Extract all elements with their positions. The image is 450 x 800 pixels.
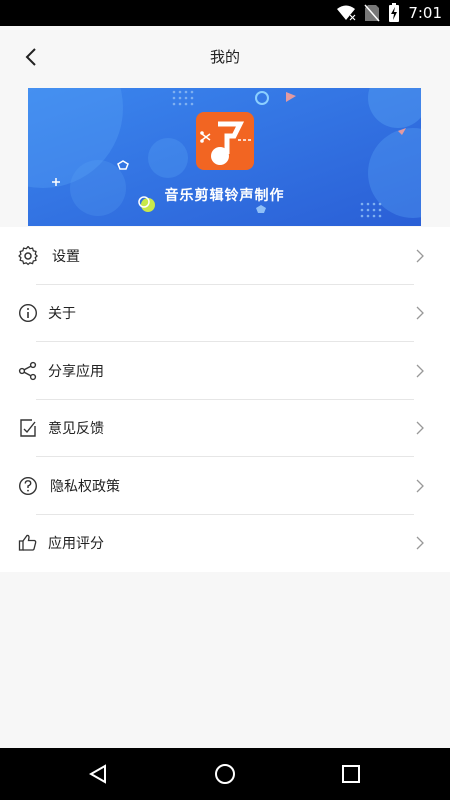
menu-item-label: 关于	[48, 306, 76, 323]
info-icon	[17, 302, 39, 324]
nav-home-button[interactable]	[212, 761, 238, 787]
menu-item-rate-app[interactable]: 应用评分	[0, 515, 450, 573]
chevron-right-icon	[416, 364, 424, 378]
banner-graphic	[28, 88, 421, 226]
chevron-right-icon	[416, 249, 424, 263]
no-sim-icon	[364, 4, 380, 22]
page-title: 我的	[209, 48, 240, 66]
chevron-right-icon	[416, 536, 424, 550]
menu-item-about[interactable]: 关于	[0, 285, 450, 342]
menu-item-share[interactable]: 分享应用	[0, 342, 450, 400]
menu-item-label: 隐私权政策	[50, 478, 120, 495]
chevron-right-icon	[416, 479, 424, 493]
chevron-right-icon	[416, 421, 424, 435]
menu-item-privacy-policy[interactable]: 隐私权政策	[0, 457, 450, 515]
status-bar: 7:01	[0, 0, 450, 26]
gear-icon	[17, 245, 39, 267]
system-nav-bar	[0, 748, 450, 800]
menu-item-label: 分享应用	[48, 363, 104, 380]
thumbs-up-icon	[17, 532, 39, 554]
circle-home-icon	[215, 764, 235, 784]
menu-item-feedback[interactable]: 意见反馈	[0, 400, 450, 457]
app-bar: 我的	[0, 26, 450, 88]
wifi-icon	[337, 5, 357, 21]
menu-item-label: 应用评分	[48, 536, 104, 553]
banner-app-name: 音乐剪辑铃声制作	[164, 188, 285, 204]
menu-item-settings[interactable]: 设置	[0, 227, 450, 285]
square-recents-icon	[342, 765, 360, 783]
share-icon	[17, 360, 39, 382]
settings-menu: 设置 关于 分享应用 意见反馈 隐私权政策 应用评分	[0, 227, 450, 572]
nav-back-button[interactable]	[85, 761, 111, 787]
feedback-icon	[17, 417, 39, 439]
status-icons: 7:01	[336, 0, 442, 26]
menu-item-label: 设置	[52, 248, 80, 265]
nav-recents-button[interactable]	[338, 761, 364, 787]
triangle-back-icon	[88, 764, 106, 784]
chevron-right-icon	[416, 306, 424, 320]
app-banner: 音乐剪辑铃声制作	[28, 88, 421, 226]
status-time: 7:01	[408, 4, 442, 22]
menu-item-label: 意见反馈	[48, 421, 104, 438]
battery-charging-icon	[389, 3, 400, 22]
question-icon	[17, 475, 39, 497]
